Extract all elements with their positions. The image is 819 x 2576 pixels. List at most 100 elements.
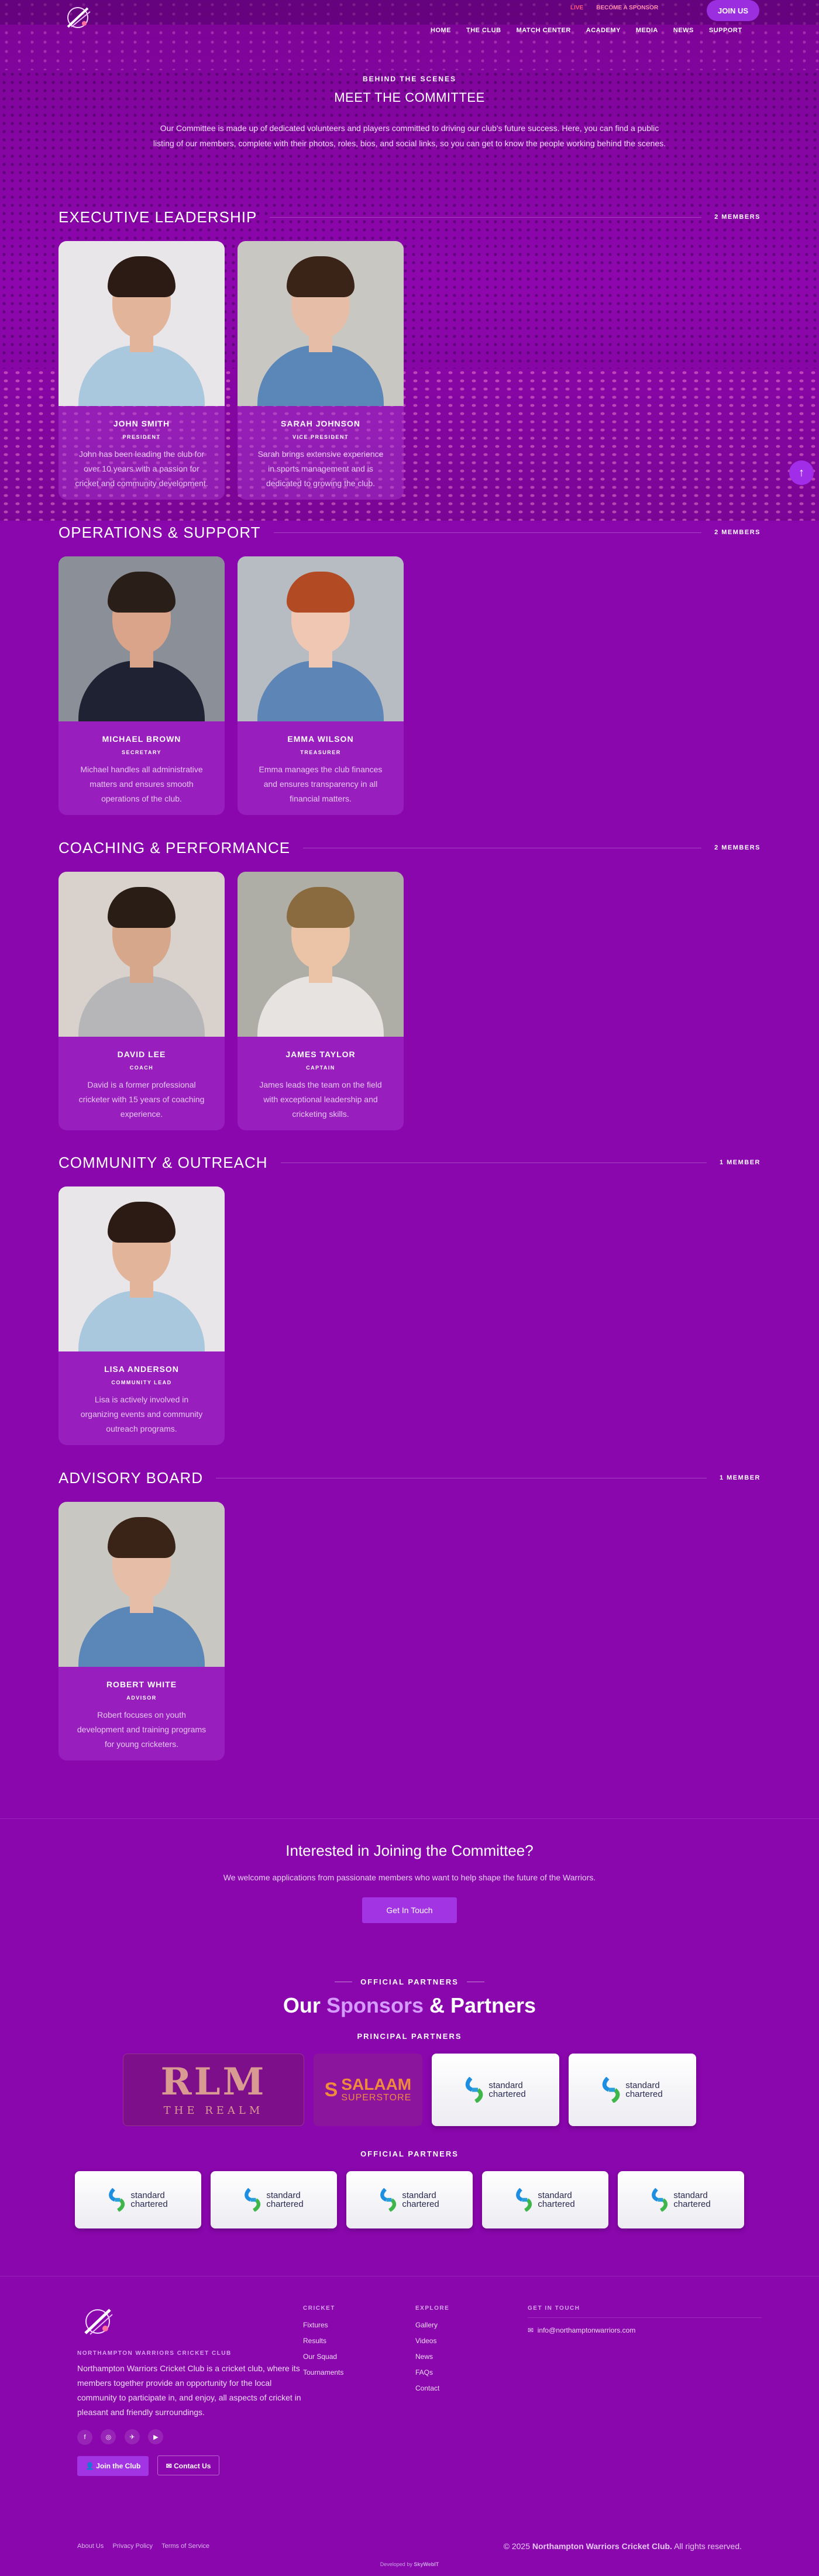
member-role: TREASURER (300, 749, 341, 755)
section-header: ADVISORY BOARD 1 MEMBER (58, 1469, 760, 1487)
member-count: 1 MEMBER (719, 1159, 760, 1166)
contact-us-button[interactable]: ✉ Contact Us (157, 2455, 220, 2475)
sc-line2: chartered (266, 2199, 304, 2209)
nav-support[interactable]: SUPPORT (709, 27, 742, 34)
twitter-icon[interactable]: ✈ (124, 2429, 140, 2444)
nav-home[interactable]: HOME (431, 27, 451, 34)
member-bio: Robert focuses on youth development and … (77, 1710, 207, 1749)
standard-chartered-mark-icon (466, 2077, 483, 2103)
member-bio: John has been leading the club for over … (75, 449, 208, 488)
standard-chartered-mark-icon (516, 2188, 532, 2212)
section-rule (273, 532, 702, 533)
page-title: MEET THE COMMITTEE (334, 90, 485, 105)
member-card[interactable]: LISA ANDERSON COMMUNITY LEAD Lisa is act… (58, 1186, 225, 1445)
footer-link-news[interactable]: News (415, 2353, 449, 2361)
sc-line2: chartered (673, 2199, 711, 2209)
sc-line1: standard (130, 2190, 165, 2200)
member-card[interactable]: DAVID LEE COACH David is a former profes… (58, 872, 225, 1130)
member-count: 2 MEMBERS (714, 844, 760, 851)
member-cards: MICHAEL BROWN SECRETARY Michael handles … (58, 556, 760, 815)
copyright-rights: All rights reserved. (674, 2541, 742, 2551)
developer-link[interactable]: SkyWebIT (414, 2561, 439, 2567)
join-us-button[interactable]: JOIN US (707, 0, 759, 21)
footer-email-link[interactable]: ✉ info@northamptonwarriors.com (528, 2326, 762, 2334)
member-cards: LISA ANDERSON COMMUNITY LEAD Lisa is act… (58, 1186, 760, 1445)
footer: NORTHAMPTON WARRIORS CRICKET CLUB Northa… (0, 2282, 819, 2576)
live-link[interactable]: LIVE (570, 5, 583, 11)
nav-news[interactable]: NEWS (673, 27, 694, 34)
footer-link-faqs[interactable]: FAQs (415, 2368, 449, 2376)
standard-chartered-logo[interactable]: standard chartered (618, 2171, 744, 2228)
footer-club-logo[interactable] (77, 2305, 118, 2338)
become-sponsor-link[interactable]: BECOME A SPONSOR (596, 5, 658, 11)
get-in-touch-button[interactable]: Get In Touch (362, 1897, 457, 1923)
standard-chartered-logo[interactable]: standard chartered (211, 2171, 337, 2228)
section-header: EXECUTIVE LEADERSHIP 2 MEMBERS (58, 208, 760, 226)
member-count: 2 MEMBERS (714, 529, 760, 536)
member-name: EMMA WILSON (287, 734, 354, 744)
member-cards: JOHN SMITH PRESIDENT John has been leadi… (58, 241, 760, 500)
footer-link-tournaments[interactable]: Tournaments (303, 2368, 343, 2376)
instagram-icon[interactable]: ◎ (101, 2429, 116, 2444)
footer-link-contact[interactable]: Contact (415, 2384, 449, 2392)
committee-section: ADVISORY BOARD 1 MEMBER ROBERT WHITE ADV… (58, 1469, 760, 1760)
rlm-logo-subtext: THE REALM (163, 2104, 264, 2117)
footer-link-gallery[interactable]: Gallery (415, 2321, 449, 2329)
member-photo (58, 241, 225, 406)
footer-terms-link[interactable]: Terms of Service (161, 2543, 209, 2550)
facebook-icon[interactable]: f (77, 2429, 92, 2445)
member-card[interactable]: EMMA WILSON TREASURER Emma manages the c… (238, 556, 404, 815)
club-logo[interactable] (61, 4, 95, 32)
committee-section: COACHING & PERFORMANCE 2 MEMBERS DAVID L… (58, 839, 760, 1130)
footer-about-us-link[interactable]: About Us (77, 2543, 104, 2550)
member-count: 2 MEMBERS (714, 214, 760, 221)
member-name: MICHAEL BROWN (102, 734, 181, 744)
partners-title-post: & Partners (429, 1993, 536, 2017)
standard-chartered-logo[interactable]: standard chartered (75, 2171, 201, 2228)
section-title: COMMUNITY & OUTREACH (58, 1153, 268, 1171)
sc-line1: standard (266, 2190, 301, 2200)
rlm-logo[interactable]: RLM THE REALM (123, 2054, 304, 2126)
footer-privacy-link[interactable]: Privacy Policy (113, 2543, 153, 2550)
member-card[interactable]: SARAH JOHNSON VICE PRESIDENT Sarah bring… (238, 241, 404, 500)
member-card[interactable]: ROBERT WHITE ADVISOR Robert focuses on y… (58, 1502, 225, 1760)
nav-match-center[interactable]: MATCH CENTER (517, 27, 571, 34)
member-role: ADVISOR (126, 1695, 157, 1701)
member-card[interactable]: JOHN SMITH PRESIDENT John has been leadi… (58, 241, 225, 500)
sc-line2: chartered (130, 2199, 168, 2209)
nav-academy[interactable]: ACADEMY (586, 27, 621, 34)
scroll-to-top-button[interactable]: ↑ (789, 460, 814, 485)
member-name: SARAH JOHNSON (281, 419, 360, 428)
member-count: 1 MEMBER (719, 1474, 760, 1481)
join-the-club-label: Join the Club (96, 2461, 141, 2470)
mail-icon: ✉ (528, 2326, 534, 2334)
standard-chartered-logo[interactable]: standard chartered (569, 2054, 696, 2126)
standard-chartered-logo[interactable]: standard chartered (432, 2054, 559, 2126)
explore-title: EXPLORE (415, 2305, 450, 2312)
official-partners-label: OFFICIAL PARTNERS (360, 2149, 459, 2158)
salaam-logo[interactable]: S SALAAM SUPERSTORE (314, 2054, 422, 2126)
standard-chartered-logo[interactable]: standard chartered (482, 2171, 608, 2228)
member-bio: David is a former professional cricketer… (78, 1080, 205, 1119)
join-the-club-button[interactable]: 👤 Join the Club (77, 2455, 149, 2476)
member-bio: Lisa is actively involved in organizing … (80, 1395, 203, 1433)
cricket-title: CRICKET (303, 2305, 335, 2312)
member-role: CAPTAIN (306, 1065, 335, 1071)
member-card[interactable]: JAMES TAYLOR CAPTAIN James leads the tea… (238, 872, 404, 1130)
member-bio: Michael handles all administrative matte… (80, 765, 203, 803)
member-card[interactable]: MICHAEL BROWN SECRETARY Michael handles … (58, 556, 225, 815)
hero-eyebrow: BEHIND THE SCENES (362, 75, 457, 83)
nav-media[interactable]: MEDIA (636, 27, 658, 34)
member-photo (58, 556, 225, 721)
footer-link-results[interactable]: Results (303, 2337, 343, 2345)
footer-link-fixtures[interactable]: Fixtures (303, 2321, 343, 2329)
sc-line2: chartered (402, 2199, 439, 2209)
member-photo (58, 872, 225, 1037)
nav-the-club[interactable]: THE CLUB (466, 27, 501, 34)
footer-link-our-squad[interactable]: Our Squad (303, 2353, 343, 2361)
youtube-icon[interactable]: ▶ (148, 2429, 164, 2444)
main-menu: HOME THE CLUB MATCH CENTER ACADEMY MEDIA… (431, 27, 758, 34)
footer-link-videos[interactable]: Videos (415, 2337, 449, 2345)
standard-chartered-logo[interactable]: standard chartered (346, 2171, 473, 2228)
member-name: JAMES TAYLOR (285, 1050, 356, 1059)
